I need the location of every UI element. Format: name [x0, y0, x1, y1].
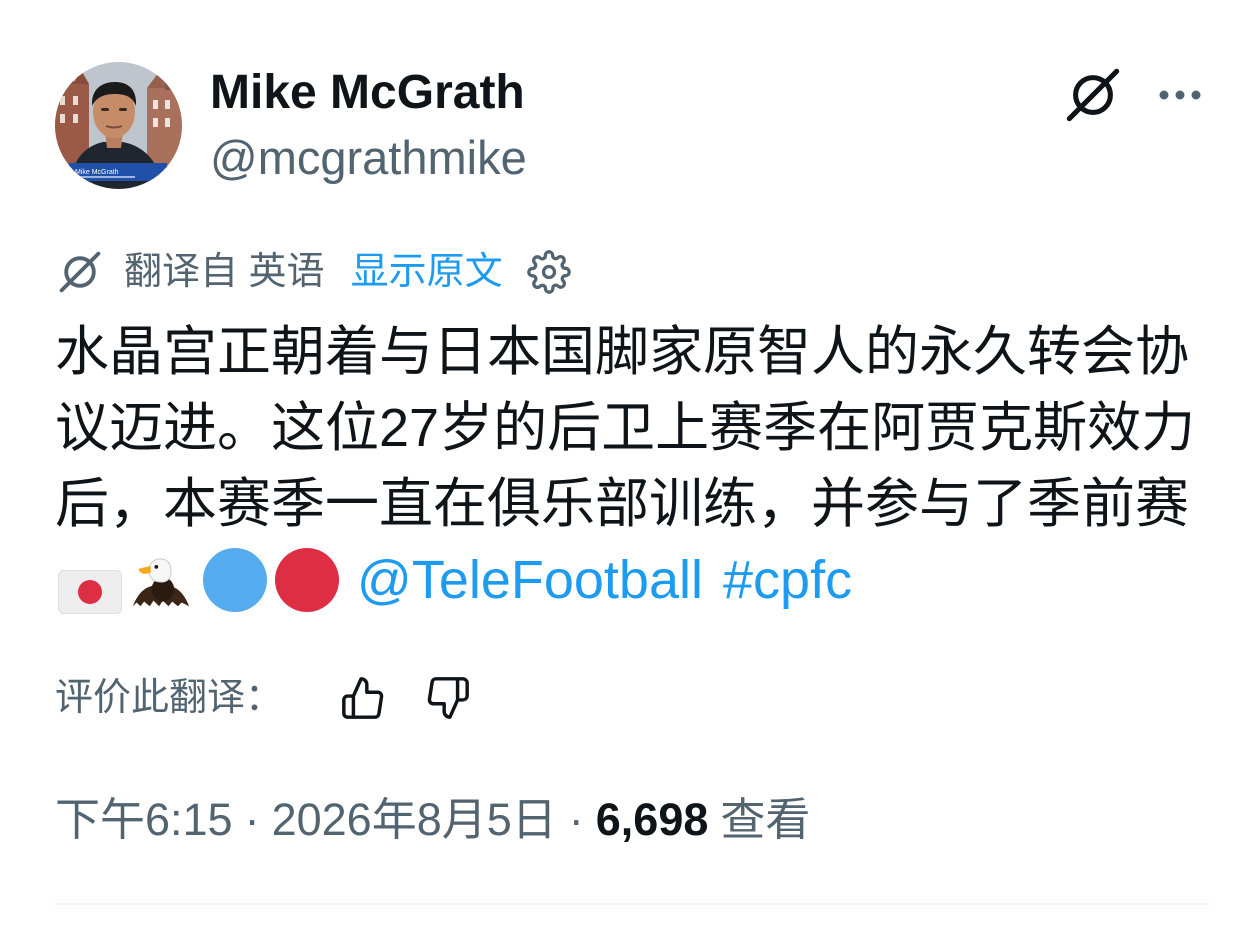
divider	[55, 903, 1210, 905]
tweet-text-line: 后，本赛季一直在俱乐部训练，并参与了季前赛	[55, 474, 1189, 534]
eagle-emoji	[131, 550, 191, 610]
red-circle-emoji	[275, 548, 339, 612]
translated-from-label: 翻译自 英语	[124, 251, 325, 293]
japan-flag-emoji	[58, 558, 122, 614]
rate-translation-label: 评价此翻译：	[55, 677, 284, 719]
translation-bar: 翻译自 英语 显示原文	[57, 247, 571, 297]
views-label: 查看	[720, 794, 811, 845]
author-name[interactable]: Mike McGrath	[210, 64, 525, 122]
blue-circle-emoji	[203, 548, 267, 612]
avatar-caption: Mike McGrath	[75, 169, 119, 176]
mention-link[interactable]: @TeleFootball	[357, 542, 703, 618]
tweet-text-line: 议迈进。这位27岁的后卫上赛季在阿贾克斯效力	[55, 398, 1196, 458]
tweet-text-line: 水晶宫正朝着与日本国脚家原智人的永久转会协	[55, 322, 1189, 382]
tweet-date[interactable]: 2026年8月5日	[272, 792, 557, 848]
thumbs-down-icon[interactable]	[425, 675, 471, 721]
tweet-meta: 下午6:15 · 2026年8月5日 · 6,698 查看	[55, 792, 810, 848]
hashtag-link[interactable]: #cpfc	[723, 542, 852, 618]
meta-separator: ·	[244, 794, 260, 845]
thumbs-up-icon[interactable]	[340, 675, 386, 721]
meta-separator: ·	[568, 794, 584, 845]
rate-translation-bar: 评价此翻译：	[55, 673, 471, 723]
more-dots-icon[interactable]	[1156, 71, 1204, 119]
author-avatar[interactable]: Mike McGrath	[55, 62, 182, 189]
grok-icon	[57, 249, 103, 295]
grok-icon[interactable]	[1064, 66, 1122, 124]
tweet-time[interactable]: 下午6:15	[55, 792, 233, 848]
tweet-emoji-and-links: @TeleFootball #cpfc	[55, 542, 1195, 618]
show-original-link[interactable]: 显示原文	[351, 247, 503, 297]
views-count: 6,698	[595, 794, 709, 845]
author-handle[interactable]: @mcgrathmike	[210, 130, 527, 186]
gear-icon[interactable]	[526, 250, 571, 294]
tweet-text: 水晶宫正朝着与日本国脚家原智人的永久转会协 议迈进。这位27岁的后卫上赛季在阿贾…	[55, 314, 1195, 618]
